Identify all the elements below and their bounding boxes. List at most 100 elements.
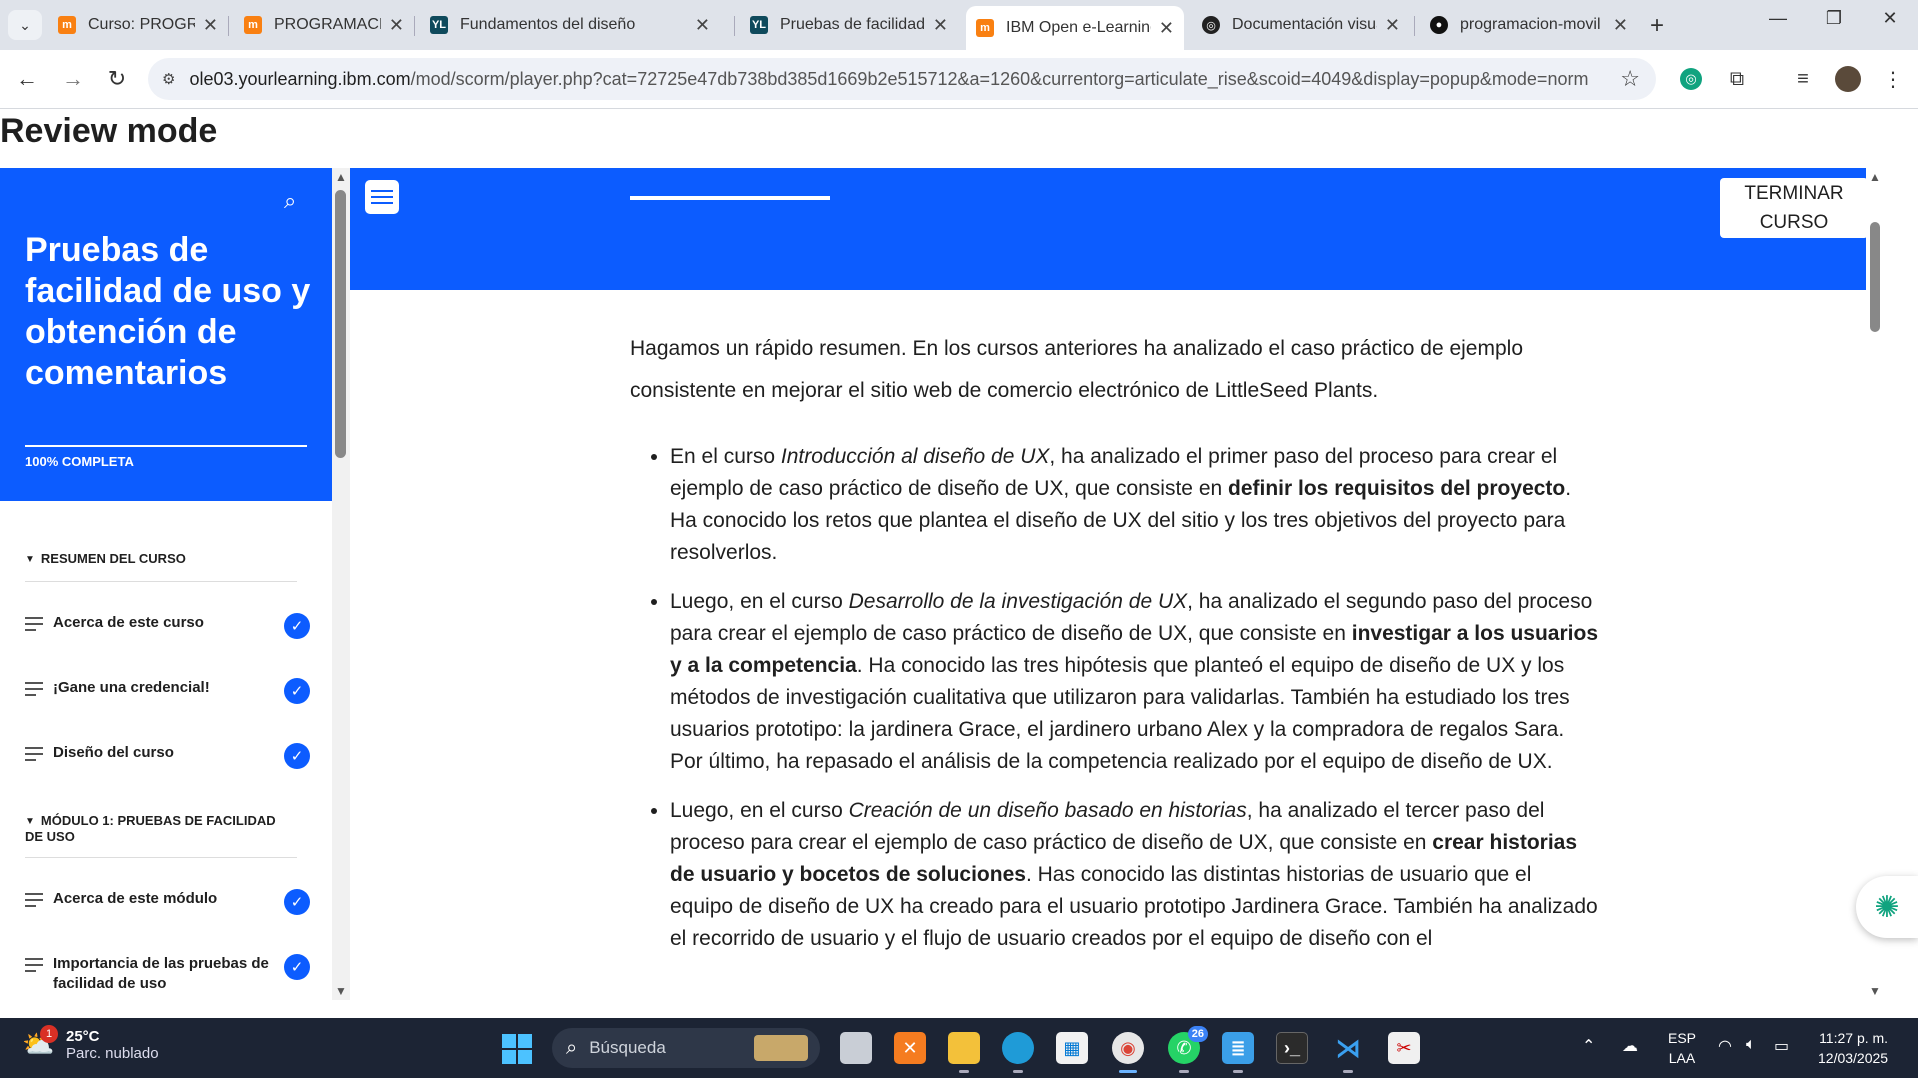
chevron-up-icon[interactable]: ⌃ <box>1582 1036 1595 1056</box>
new-tab-button[interactable]: + <box>1650 12 1664 40</box>
vscode-icon[interactable]: ⋊ <box>1332 1032 1364 1073</box>
chatgpt-floating-icon[interactable]: ✺ <box>1856 876 1918 938</box>
terminal-icon[interactable]: ›_ <box>1276 1032 1308 1064</box>
xampp-icon[interactable]: ✕ <box>894 1032 926 1064</box>
windows-start-icon[interactable] <box>502 1034 532 1064</box>
file-explorer-icon[interactable] <box>948 1032 980 1073</box>
language-indicator[interactable]: ESP LAA <box>1668 1028 1696 1068</box>
list-item: Luego, en el curso Creación de un diseño… <box>670 795 1600 955</box>
media-control-icon[interactable]: ≡ <box>1790 66 1816 92</box>
volume-icon[interactable]: 🔈︎ <box>1746 1036 1756 1054</box>
sidebar-item-diseno[interactable]: Diseño del curso ✓ <box>25 743 310 769</box>
extensions-puzzle-icon[interactable]: ⧉ <box>1724 66 1750 92</box>
snipping-tool-icon[interactable]: ✂ <box>1388 1032 1420 1064</box>
sidebar-item-acerca-curso[interactable]: Acerca de este curso ✓ <box>25 613 310 639</box>
close-icon[interactable]: ✕ <box>1613 15 1628 36</box>
scroll-up-arrow-icon[interactable]: ▲ <box>332 170 350 184</box>
weather-widget[interactable]: ⛅ 1 25°C Parc. nublado <box>22 1025 159 1062</box>
tab-separator <box>734 16 735 36</box>
tab-separator <box>414 16 415 36</box>
sidebar-scrollbar[interactable]: ▲ ▼ <box>332 168 350 1000</box>
intro-paragraph: Hagamos un rápido resumen. En los cursos… <box>630 337 1523 402</box>
close-icon[interactable]: ✕ <box>695 15 710 36</box>
reload-icon[interactable]: ↻ <box>102 64 132 94</box>
url-text[interactable]: ole03.yourlearning.ibm.com/mod/scorm/pla… <box>189 69 1589 90</box>
taskbar: ⛅ 1 25°C Parc. nublado ⌕ Búsqueda ✕ ▦ ◉ ✆… <box>0 1018 1918 1078</box>
section-toggle-resumen[interactable]: ▼ RESUMEN DEL CURSO <box>25 551 186 567</box>
kebab-menu-icon[interactable]: ⋮ <box>1880 66 1906 92</box>
site-settings-icon[interactable]: ⚙ <box>162 70 175 88</box>
tab-3[interactable]: YL Fundamentos del diseño ✕ <box>420 6 720 44</box>
close-icon[interactable]: ✕ <box>389 15 404 36</box>
hamburger-menu-icon[interactable] <box>365 180 399 214</box>
onedrive-icon[interactable]: ☁ <box>1622 1036 1638 1056</box>
scroll-down-arrow-icon[interactable]: ▼ <box>1866 984 1884 998</box>
system-clock[interactable]: 11:27 p. m. 12/03/2025 <box>1818 1028 1888 1068</box>
progress-bar <box>25 445 307 447</box>
lesson-body: Hagamos un rápido resumen. En los cursos… <box>630 328 1600 972</box>
close-window-icon[interactable]: ✕ <box>1870 8 1910 29</box>
tab-2[interactable]: m PROGRAMACION MOVIL ✕ <box>234 6 414 44</box>
yourlearning-icon: YL <box>750 16 768 34</box>
scroll-up-arrow-icon[interactable]: ▲ <box>1866 170 1884 184</box>
tab-search-button[interactable]: ⌄ <box>8 10 42 40</box>
bookmark-star-icon[interactable]: ☆ <box>1620 66 1640 92</box>
divider <box>25 857 297 858</box>
progress-label: 100% COMPLETA <box>25 454 134 469</box>
list-item: En el curso Introducción al diseño de UX… <box>670 441 1600 569</box>
weather-cloud-icon: ⛅ 1 <box>22 1025 58 1061</box>
divider <box>25 581 297 582</box>
close-icon[interactable]: ✕ <box>203 15 218 36</box>
notification-badge: 1 <box>40 1025 58 1043</box>
scrollbar-thumb[interactable] <box>335 190 346 458</box>
tab-4[interactable]: YL Pruebas de facilidad de uso ✕ <box>740 6 958 44</box>
toolbar-divider <box>0 108 1918 109</box>
finish-course-button[interactable]: TERMINAR CURSO <box>1720 178 1866 238</box>
lesson-lines-icon <box>25 893 43 911</box>
caret-down-icon: ▼ <box>25 554 35 565</box>
chatgpt-extension-icon[interactable]: ◎ <box>1680 68 1702 90</box>
list-item: Luego, en el curso Desarrollo de la inve… <box>670 586 1600 778</box>
back-icon[interactable]: ← <box>12 64 42 94</box>
check-complete-icon: ✓ <box>284 889 310 915</box>
weather-text: Parc. nublado <box>66 1045 159 1062</box>
edge-icon[interactable] <box>1002 1032 1034 1073</box>
address-bar[interactable]: ⚙ ole03.yourlearning.ibm.com/mod/scorm/p… <box>148 58 1656 100</box>
summary-list: En el curso Introducción al diseño de UX… <box>630 441 1600 955</box>
task-view-icon[interactable] <box>840 1032 872 1064</box>
moodle-icon: m <box>58 16 76 34</box>
chrome-icon[interactable]: ◉ <box>1112 1032 1144 1073</box>
forward-icon[interactable]: → <box>58 64 88 94</box>
close-icon[interactable]: ✕ <box>933 15 948 36</box>
sidebar-item-credencial[interactable]: ¡Gane una credencial! ✓ <box>25 678 310 704</box>
search-icon[interactable]: ⌕ <box>284 188 296 214</box>
moodle-icon: m <box>244 16 262 34</box>
restore-icon[interactable]: ❐ <box>1814 8 1854 29</box>
tab-1[interactable]: m Curso: PROGRAMACIÓN ✕ <box>48 6 228 44</box>
scrollbar-thumb[interactable] <box>1870 222 1880 332</box>
tab-separator <box>228 16 229 36</box>
check-complete-icon: ✓ <box>284 743 310 769</box>
store-icon[interactable]: ▦ <box>1056 1032 1088 1064</box>
course-sidebar: ⌕ Pruebas de facilidad de uso y obtenció… <box>0 168 332 1000</box>
github-icon: ● <box>1430 16 1448 34</box>
close-icon[interactable]: ✕ <box>1385 15 1400 36</box>
battery-icon[interactable]: ▭ <box>1774 1036 1789 1056</box>
profile-avatar[interactable] <box>1835 66 1861 92</box>
section-toggle-modulo1[interactable]: ▼ MÓDULO 1: PRUEBAS DE FACILIDAD DE USO <box>25 813 285 844</box>
whatsapp-icon[interactable]: ✆ 26 <box>1168 1026 1208 1073</box>
tab-6[interactable]: ◎ Documentación visual ✕ <box>1192 6 1410 44</box>
tab-7[interactable]: ● programacion-movil ✕ <box>1420 6 1638 44</box>
close-icon[interactable]: ✕ <box>1159 18 1174 39</box>
sidebar-item-acerca-modulo[interactable]: Acerca de este módulo ✓ <box>25 889 310 915</box>
wifi-icon[interactable]: ◠ <box>1718 1036 1732 1056</box>
notepad-icon[interactable]: ≣ <box>1222 1032 1254 1073</box>
scroll-down-arrow-icon[interactable]: ▼ <box>332 984 350 998</box>
lesson-lines-icon <box>25 958 43 976</box>
lesson-lines-icon <box>25 682 43 700</box>
tab-5-active[interactable]: m IBM Open e-Learning ✕ <box>966 6 1184 50</box>
taskbar-search[interactable]: ⌕ Búsqueda <box>552 1028 820 1068</box>
sidebar-item-importancia[interactable]: Importancia de las pruebas de facilidad … <box>25 954 310 994</box>
minimize-icon[interactable]: — <box>1758 8 1798 29</box>
openai-icon: ◎ <box>1202 16 1220 34</box>
